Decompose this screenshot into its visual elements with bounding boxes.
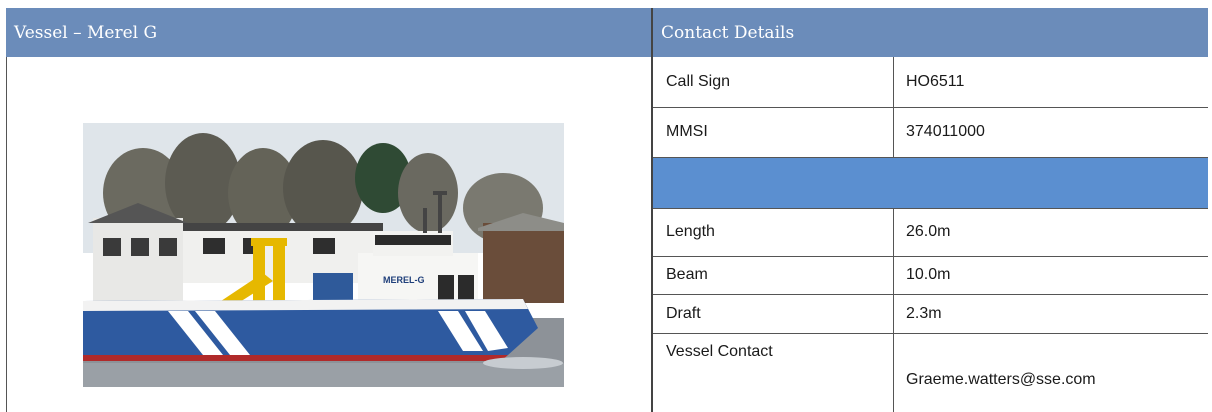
row-value: 10.0m — [906, 266, 951, 283]
row-label: Beam — [666, 266, 708, 283]
divider — [651, 8, 653, 412]
detail-row-call-sign: Call Sign HO6511 — [653, 57, 1208, 107]
divider — [653, 333, 1208, 334]
row-label: Vessel Contact — [666, 343, 773, 360]
row-label: MMSI — [666, 123, 708, 140]
divider — [6, 57, 7, 412]
contact-title: Contact Details — [661, 22, 795, 43]
detail-row-beam: Beam 10.0m — [653, 256, 1208, 294]
vessel-photo-cell: MEREL-G — [6, 57, 651, 412]
vessel-info-table: Vessel – Merel G Contact Details MEREL-G… — [6, 8, 1208, 412]
separator-band — [653, 157, 1208, 208]
contact-header: Contact Details — [653, 8, 1208, 57]
row-label: Length — [666, 223, 715, 240]
detail-row-draft: Draft 2.3m — [653, 294, 1208, 333]
divider — [893, 208, 894, 412]
vessel-header: Vessel – Merel G — [6, 8, 651, 57]
row-value: 2.3m — [906, 304, 942, 322]
row-value: 374011000 — [906, 123, 985, 140]
detail-row-length: Length 26.0m — [653, 208, 1208, 256]
row-value: HO6511 — [906, 73, 965, 90]
vessel-photo: MEREL-G — [83, 123, 564, 387]
divider — [653, 256, 1208, 257]
vessel-title: Vessel – Merel G — [14, 22, 158, 43]
contact-email: Graeme.watters@sse.com — [906, 370, 1096, 388]
row-label: Call Sign — [666, 73, 731, 90]
hull-name-text: MEREL-G — [383, 275, 425, 285]
detail-row-mmsi: MMSI 374011000 — [653, 107, 1208, 157]
row-value: 26.0m — [906, 223, 951, 240]
divider — [653, 157, 1208, 158]
detail-row-vessel-contact: Vessel Contact Graeme.watters@sse.com — [653, 333, 1208, 412]
divider — [653, 294, 1208, 295]
row-label: Draft — [666, 304, 701, 322]
divider — [653, 208, 1208, 209]
divider — [653, 107, 1208, 108]
